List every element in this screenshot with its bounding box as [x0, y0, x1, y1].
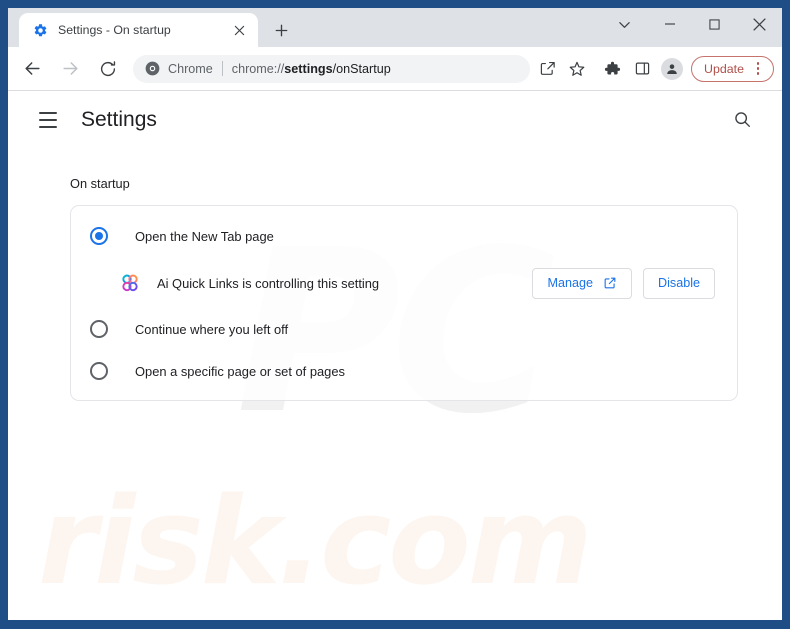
maximize-icon[interactable]	[692, 8, 737, 40]
browser-window: Settings - On startup Chrome chrome://se…	[0, 0, 790, 629]
radio-indicator[interactable]	[90, 320, 108, 338]
extensions-puzzle-icon[interactable]	[597, 54, 627, 84]
radio-label: Continue where you left off	[135, 321, 289, 337]
profile-avatar-icon[interactable]	[657, 54, 687, 84]
radio-indicator[interactable]	[90, 227, 108, 245]
hamburger-menu-icon[interactable]	[30, 102, 66, 138]
close-icon[interactable]	[230, 21, 249, 40]
three-dot-menu-icon[interactable]	[748, 58, 768, 80]
forward-arrow-icon[interactable]	[55, 54, 85, 84]
address-bar[interactable]: Chrome chrome://settings/onStartup	[133, 54, 531, 83]
gear-icon	[32, 22, 48, 38]
omnibox-separator	[221, 61, 223, 76]
search-icon[interactable]	[724, 102, 760, 138]
tab-settings-on-startup[interactable]: Settings - On startup	[19, 13, 258, 47]
radio-label: Open the New Tab page	[135, 228, 274, 244]
omnibox-url: chrome://settings/onStartup	[232, 62, 391, 76]
settings-header: Settings	[8, 91, 782, 148]
new-tab-button[interactable]	[267, 16, 295, 44]
avatar	[661, 57, 684, 80]
page-title: Settings	[81, 107, 157, 131]
radio-label: Open a specific page or set of pages	[135, 363, 345, 379]
browser-toolbar: Chrome chrome://settings/onStartup Updat…	[8, 47, 782, 91]
url-scheme: chrome://	[231, 61, 285, 76]
chevron-down-icon[interactable]	[602, 8, 647, 40]
disable-button[interactable]: Disable	[643, 267, 715, 299]
side-panel-icon[interactable]	[627, 54, 657, 84]
external-link-icon	[602, 276, 617, 291]
update-button[interactable]: Update	[691, 55, 774, 82]
url-path: /onStartup	[332, 61, 391, 76]
extension-notice-actions: Manage Disable	[532, 267, 715, 299]
window-controls	[602, 8, 782, 40]
chrome-logo-icon	[144, 61, 160, 77]
bookmark-star-icon[interactable]	[562, 54, 592, 84]
on-startup-card: Open the New Tab page Ai Quick Links is …	[70, 205, 738, 401]
manage-button-label: Manage	[547, 276, 593, 290]
toolbar-action-icons: Update	[532, 54, 774, 84]
close-window-icon[interactable]	[737, 8, 782, 40]
back-arrow-icon[interactable]	[17, 54, 47, 84]
share-icon[interactable]	[532, 54, 562, 84]
update-button-label: Update	[704, 61, 744, 76]
tab-title: Settings - On startup	[58, 23, 171, 37]
radio-option-continue-where-left-off[interactable]: Continue where you left off	[71, 308, 737, 350]
disable-button-label: Disable	[658, 276, 700, 290]
omnibox-brand-label: Chrome	[168, 61, 213, 76]
extension-notice-text: Ai Quick Links is controlling this setti…	[157, 275, 380, 291]
radio-option-specific-pages[interactable]: Open a specific page or set of pages	[71, 350, 737, 392]
minimize-icon[interactable]	[647, 8, 692, 40]
extension-control-notice: Ai Quick Links is controlling this setti…	[71, 258, 737, 308]
browser-window-inner: Settings - On startup Chrome chrome://se…	[8, 8, 782, 620]
radio-indicator[interactable]	[90, 362, 108, 380]
settings-page: PC risk.com Settings On startup	[8, 91, 782, 618]
ai-quick-links-extension-icon	[119, 273, 140, 294]
tab-strip: Settings - On startup	[8, 8, 782, 47]
manage-button[interactable]: Manage	[532, 267, 632, 299]
reload-icon[interactable]	[93, 54, 123, 84]
section-label-on-startup: On startup	[70, 176, 130, 191]
url-host: settings	[284, 61, 333, 76]
watermark-domain: risk.com	[38, 473, 593, 612]
radio-option-new-tab-page[interactable]: Open the New Tab page	[71, 214, 737, 258]
